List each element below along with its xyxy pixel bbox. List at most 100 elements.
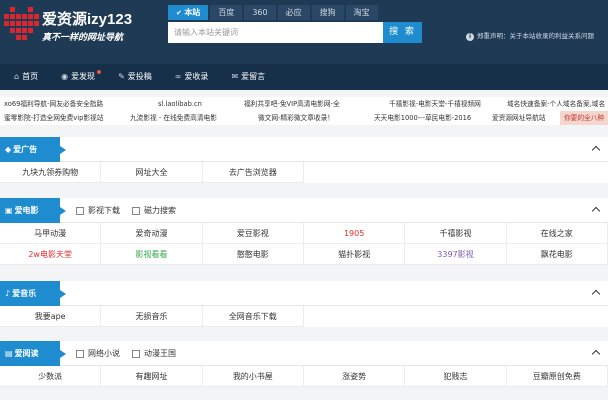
section-read: ▤ 爱阅读 网络小说 动漫王国 少数派 有趣网址 我的小书屋 涨姿势 犯贱志 豆瓣… (0, 341, 608, 387)
sub-tab-web-novel[interactable]: 网络小说 (76, 341, 120, 366)
link-grid: 我要ape 无损音乐 全网音乐下载 (0, 306, 608, 327)
ticker-link[interactable]: 千禧影视-电影天堂-千禧视频网 (385, 97, 503, 111)
notification-dot (97, 70, 102, 74)
site-link[interactable]: 犯贱志 (405, 366, 507, 387)
search-input[interactable]: 请输入本站关键词 (168, 22, 383, 43)
site-logo[interactable]: 爱资源izy123 真不一样的网址导航 (4, 5, 172, 47)
site-link[interactable]: 无损音乐 (101, 306, 203, 327)
ticker-link[interactable]: 蜜零影院-打造全网免费vip影视站 (0, 111, 126, 125)
site-link[interactable]: 涨姿势 (303, 366, 406, 387)
disclaimer-link[interactable]: i 郑重声明：关于本站收录的利益关系问题 (466, 30, 594, 41)
site-link[interactable]: 马甲动漫 (0, 223, 102, 244)
site-link[interactable]: 爱奇动漫 (101, 223, 203, 244)
ticker-link[interactable]: 天天电影1000---草民电影-2016 (370, 111, 488, 125)
site-link[interactable]: 憨憨电影 (202, 244, 304, 265)
heart-pixel-icon (4, 7, 39, 41)
nav-submit[interactable]: ✎ 爱投稿 (104, 64, 161, 90)
nav-discover[interactable]: ◉ 爱发现 (47, 64, 104, 90)
disclaimer-text: 郑重声明：关于本站收录的利益关系问题 (477, 32, 594, 40)
section-header: ◆ 爱广告 (0, 137, 608, 162)
music-icon: ♪ (5, 289, 11, 298)
site-link[interactable]: 全网音乐下载 (202, 306, 304, 327)
section-tab-read[interactable]: ▤ 爱阅读 (0, 341, 66, 366)
nav-submit-label: 爱投稿 (127, 72, 152, 81)
ticker-link[interactable]: 你要的全八种 (560, 111, 608, 125)
link-icon: ∞ (174, 72, 182, 81)
engine-tab-site[interactable]: 本站 (168, 5, 209, 20)
site-slogan: 真不一样的网址导航 (42, 33, 124, 43)
site-link[interactable]: 猫扑影视 (303, 244, 406, 265)
engine-tab-bing[interactable]: 必应 (277, 5, 310, 20)
site-link[interactable]: 我要ape (0, 306, 102, 327)
site-link[interactable]: 在线之家 (506, 223, 608, 244)
ticker-row-2: 蜜零影院-打造全网免费vip影视站 九流影视 - 在线免费高清电影 微文网-精彩… (0, 111, 608, 125)
site-link[interactable]: 去广告浏览器 (202, 162, 304, 183)
site-link[interactable]: 网址大全 (101, 162, 203, 183)
search-button[interactable]: 搜 索 (383, 22, 422, 43)
ticker-link[interactable]: 爱资源网址导航站 (488, 111, 560, 125)
ticker-row-1: xo69福利导航-网友必备安全指路 sl.laolibab.cn 福利共享吧-免… (0, 97, 608, 111)
sub-tab-video-download[interactable]: 影视下载 (76, 198, 120, 223)
site-header: 爱资源izy123 真不一样的网址导航 本站 百度 360 必应 搜狗 淘宝 请… (0, 0, 608, 64)
section-title: 爱音乐 (12, 289, 37, 298)
info-icon: i (466, 33, 474, 41)
site-link[interactable]: 2w电影天堂 (0, 244, 102, 265)
engine-tab-sogou[interactable]: 搜狗 (311, 5, 344, 20)
tag-icon: ✎ (118, 72, 125, 81)
home-icon: ⌂ (14, 72, 20, 81)
nav-message[interactable]: ✉ 爱留言 (217, 64, 274, 90)
engine-tab-360[interactable]: 360 (244, 5, 276, 20)
sub-tab-magnet-search[interactable]: 磁力搜索 (132, 198, 176, 223)
section-movie: ▣ 爱电影 影视下载 磁力搜索 马甲动漫 爱奇动漫 爱豆影视 1905 千禧影视 … (0, 198, 608, 265)
ticker-link[interactable]: 域名快速备案-个人域名备案,域名 (503, 97, 608, 111)
site-link[interactable]: 3397影视 (405, 244, 507, 265)
collapse-icon[interactable] (592, 348, 600, 356)
nav-home[interactable]: ⌂ 首页 (0, 64, 47, 90)
tag-icon: ◆ (5, 145, 12, 154)
section-title: 爱阅读 (14, 349, 39, 358)
section-header: ▤ 爱阅读 网络小说 动漫王国 (0, 341, 608, 366)
site-link[interactable]: 少数派 (0, 366, 102, 387)
ticker-link[interactable]: 九流影视 - 在线免费高清电影 (126, 111, 254, 125)
link-ticker: xo69福利导航-网友必备安全指路 sl.laolibab.cn 福利共享吧-免… (0, 97, 608, 125)
site-link[interactable]: 我的小书屋 (202, 366, 304, 387)
section-tab-movie[interactable]: ▣ 爱电影 (0, 198, 66, 223)
ticker-link[interactable]: xo69福利导航-网友必备安全指路 (0, 97, 148, 111)
search-engine-tabs: 本站 百度 360 必应 搜狗 淘宝 (168, 5, 380, 20)
section-ads: ◆ 爱广告 九块九领券购物 网址大全 去广告浏览器 (0, 137, 608, 183)
book-icon: ▤ (5, 349, 13, 358)
section-music: ♪ 爱音乐 我要ape 无损音乐 全网音乐下载 (0, 281, 608, 327)
nav-home-label: 首页 (22, 72, 39, 81)
ticker-link[interactable]: 福利共享吧-免VIP高清电影网-全 (240, 97, 385, 111)
section-tab-ads[interactable]: ◆ 爱广告 (0, 137, 66, 162)
film-icon: ▣ (5, 206, 13, 215)
nav-collect-label: 爱收录 (184, 72, 209, 81)
engine-tab-baidu[interactable]: 百度 (210, 5, 243, 20)
site-link[interactable]: 飘花电影 (506, 244, 608, 265)
section-header: ▣ 爱电影 影视下载 磁力搜索 (0, 198, 608, 223)
site-link[interactable]: 影视看看 (101, 244, 203, 265)
site-link[interactable]: 千禧影视 (405, 223, 507, 244)
site-link[interactable]: 九块九领券购物 (0, 162, 102, 183)
main-nav: ⌂ 首页 ◉ 爱发现 ✎ 爱投稿 ∞ 爱收录 ✉ 爱留言 (0, 64, 608, 90)
eye-icon: ◉ (61, 72, 69, 81)
collapse-icon[interactable] (592, 205, 600, 213)
collapse-icon[interactable] (592, 288, 600, 296)
ticker-link[interactable]: 微文网-精彩微文章收录！ (254, 111, 370, 125)
site-title: 爱资源izy123 (42, 11, 133, 28)
site-link[interactable]: 有趣网址 (101, 366, 203, 387)
nav-collect[interactable]: ∞ 爱收录 (161, 64, 218, 90)
collapse-icon[interactable] (592, 144, 600, 152)
section-title: 爱广告 (13, 145, 38, 154)
ticker-link[interactable]: sl.laolibab.cn (148, 97, 240, 111)
sub-tab-anime-kingdom[interactable]: 动漫王国 (132, 341, 176, 366)
engine-tab-taobao[interactable]: 淘宝 (345, 5, 378, 20)
site-link[interactable]: 豆瓣原创免费 (506, 366, 608, 387)
nav-discover-label: 爱发现 (71, 72, 96, 81)
site-link[interactable]: 爱豆影视 (202, 223, 304, 244)
site-link[interactable]: 1905 (303, 223, 406, 244)
link-grid: 马甲动漫 爱奇动漫 爱豆影视 1905 千禧影视 在线之家 2w电影天堂 影视看… (0, 223, 608, 265)
nav-message-label: 爱留言 (241, 72, 266, 81)
comment-icon: ✉ (231, 72, 239, 81)
section-tab-music[interactable]: ♪ 爱音乐 (0, 281, 66, 306)
